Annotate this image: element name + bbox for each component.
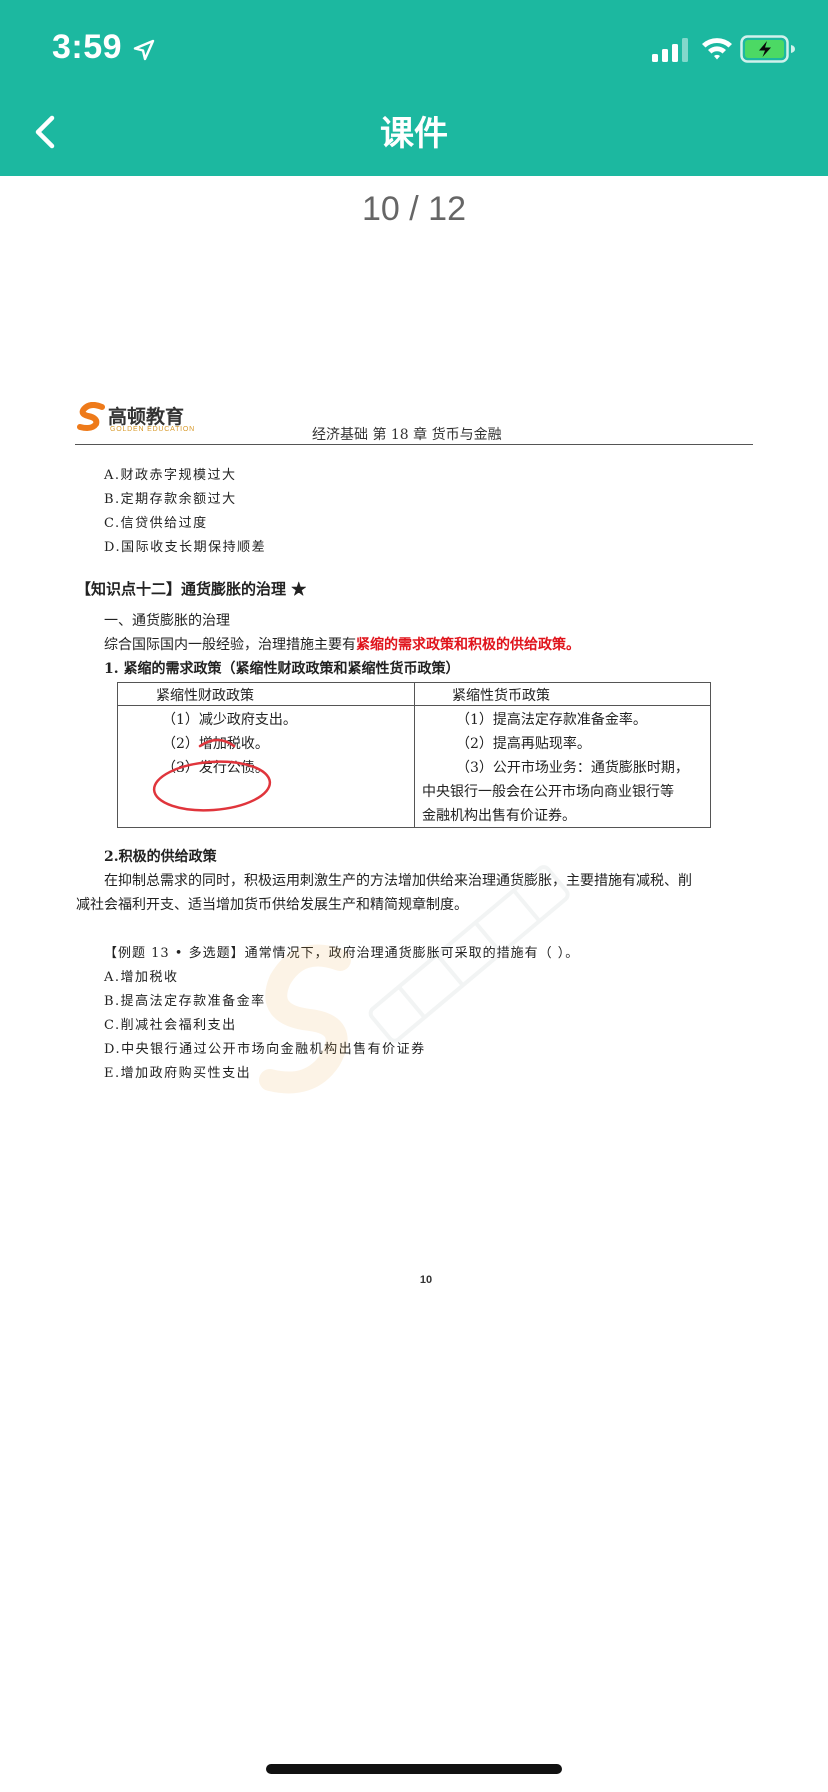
- top-navigation-bar: 3:59 课件: [0, 0, 828, 176]
- subheading: 一、通货膨胀的治理: [104, 613, 230, 629]
- logo-subtext: GOLDEN EDUCATION: [110, 426, 196, 433]
- policy2-heading: 2.积极的供给政策: [104, 849, 217, 865]
- document-header: 经济基础 第 18 章 货币与金融: [312, 427, 502, 443]
- example-option-a: A.增加税收: [104, 970, 179, 985]
- prev-option-a: A.财政赤字规模过大: [104, 468, 237, 483]
- document-page-number: 10: [419, 1274, 433, 1286]
- prev-option-d: D.国际收支长期保持顺差: [104, 540, 267, 555]
- table-divider-horizontal: [118, 705, 710, 706]
- prev-option-b: B.定期存款余额过大: [104, 492, 237, 507]
- logo-text: 高顿教育: [108, 406, 185, 428]
- table-header-fiscal: 紧缩性财政政策: [156, 688, 254, 704]
- example-option-d: D.中央银行通过公开市场向金融机构出售有价证券: [104, 1042, 426, 1057]
- example-option-e: E.增加政府购买性支出: [104, 1066, 252, 1081]
- monetary-item: （2）提高再贴现率。: [456, 736, 591, 752]
- monetary-item: （1）提高法定存款准备金率。: [456, 712, 647, 728]
- status-time: 3:59: [52, 28, 123, 66]
- policy2-line-2: 减社会福利开支、适当增加货币供给发展生产和精简规章制度。: [76, 897, 468, 913]
- header-divider: [75, 444, 753, 445]
- fiscal-item: （3）发行公债。: [162, 760, 269, 776]
- golden-education-logo-icon: [77, 402, 105, 431]
- prev-option-c: C.信贷供给过度: [104, 516, 208, 531]
- fiscal-item: （2）增加税收。: [162, 736, 269, 752]
- page-indicator: 10 / 12: [362, 190, 466, 228]
- table-header-monetary: 紧缩性货币政策: [452, 688, 550, 704]
- monetary-item: 中央银行一般会在公开市场向商业银行等: [422, 784, 674, 800]
- intro-text: 综合国际国内一般经验，治理措施主要有: [104, 637, 356, 653]
- intro-paragraph: 综合国际国内一般经验，治理措施主要有紧缩的需求政策和积极的供给政策。: [104, 634, 580, 654]
- wifi-icon: [702, 38, 732, 60]
- document-page[interactable]: 高顿教育 GOLDEN EDUCATION 经济基础 第 18 章 货币与金融 …: [0, 230, 828, 1630]
- policy-table: 紧缩性财政政策 紧缩性货币政策 （1）减少政府支出。 （2）增加税收。 （3）发…: [117, 682, 711, 828]
- location-arrow-icon: [133, 39, 155, 61]
- home-indicator[interactable]: [266, 1764, 562, 1774]
- example-question: 【例题 13 • 多选题】通常情况下，政府治理通货膨胀可采取的措施有（ ）。: [104, 946, 580, 961]
- monetary-item: （3）公开市场业务：通货膨胀时期，: [456, 760, 689, 776]
- fiscal-item: （1）减少政府支出。: [162, 712, 297, 728]
- intro-highlight: 紧缩的需求政策和积极的供给政策。: [356, 637, 580, 653]
- section-title: 【知识点十二】通货膨胀的治理 ★: [76, 580, 307, 598]
- policy1-heading: 1. 紧缩的需求政策（紧缩性财政政策和紧缩性货币政策）: [104, 661, 460, 677]
- cellular-signal-icon: [652, 38, 688, 62]
- monetary-item: 金融机构出售有价证券。: [422, 808, 576, 824]
- policy2-line-1: 在抑制总需求的同时，积极运用刺激生产的方法增加供给来治理通货膨胀，主要措施有减税…: [104, 873, 692, 889]
- watermark-logo-icon: [259, 865, 570, 1094]
- example-option-c: C.削减社会福利支出: [104, 1018, 237, 1033]
- battery-charging-icon: [740, 35, 795, 63]
- screen-title: 课件: [380, 114, 448, 154]
- example-option-b: B.提高法定存款准备金率: [104, 994, 266, 1009]
